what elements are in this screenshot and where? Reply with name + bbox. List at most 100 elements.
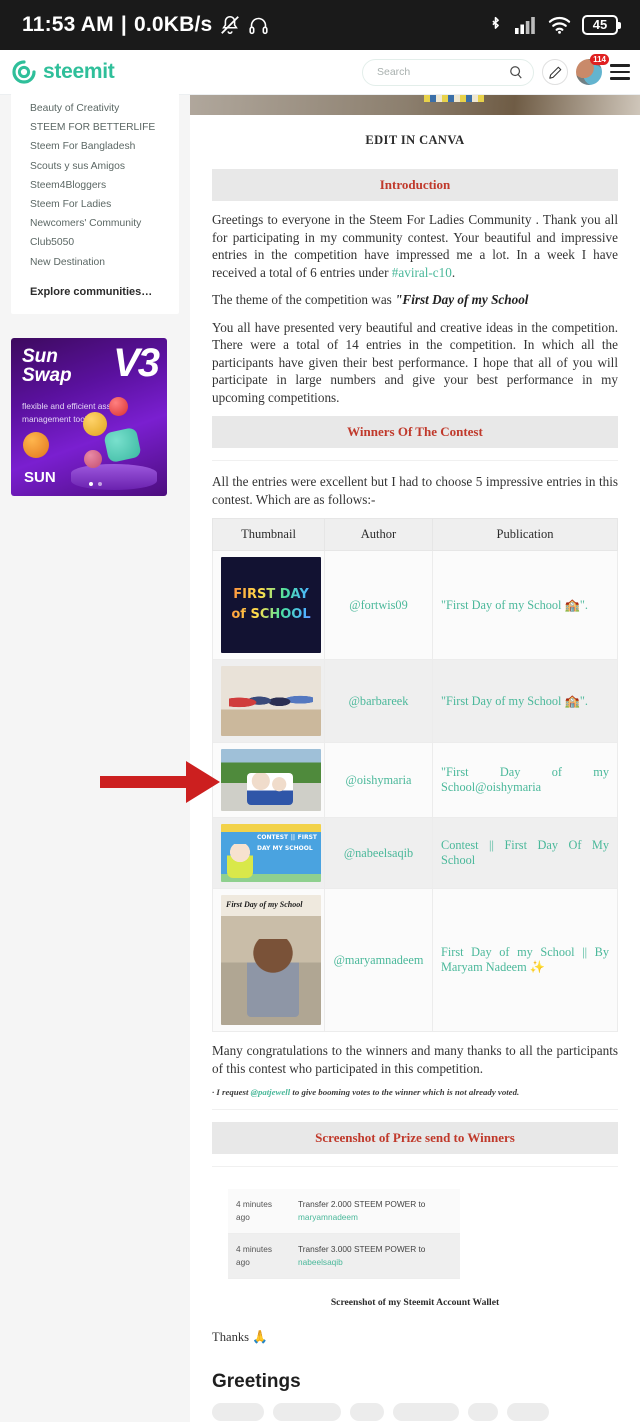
tag-pill[interactable] [273,1403,341,1421]
mention-link-patjewell[interactable]: @patjewell [251,1087,291,1097]
search-icon [510,66,522,79]
table-row: @barbareek "First Day of my School 🏫". [212,659,618,743]
wifi-icon [548,16,571,34]
avatar[interactable]: 114 [576,54,609,85]
tag-pill[interactable] [393,1403,459,1421]
sidebar-item-community[interactable]: Club5050 [11,233,179,252]
battery-indicator: 45 [582,15,621,35]
sidebar-ad-banner[interactable]: Sun Swap V3 flexible and efficient asset… [11,337,167,496]
paragraph-intro: Greetings to everyone in the Steem For L… [212,211,618,281]
battery-level: 45 [592,17,608,32]
column-header-author: Author [324,518,433,551]
create-post-button[interactable] [542,59,568,85]
paragraph-theme-text: The theme of the competition was [212,292,396,307]
publication-cell[interactable]: Contest || First Day Of My School [432,817,618,889]
wallet-transfer-row: 4 minutes ago Transfer 2.000 STEEM POWER… [228,1189,460,1234]
tag-pill[interactable] [350,1403,384,1421]
table-row: @maryamnadeem First Day of my School || … [212,888,618,1032]
transfer-recipient[interactable]: maryamnadeem [298,1212,358,1222]
publication-cell[interactable]: First Day of my School || By Maryam Nade… [432,888,618,1032]
transfer-description: Transfer 3.000 STEEM POWER to nabeelsaqi… [290,1234,460,1278]
cellular-signal-icon [515,17,535,34]
ad-token-icon [83,411,107,436]
transfer-timestamp: 4 minutes ago [236,1199,272,1222]
thumbnail-cell [212,659,325,743]
ad-token-icon [103,426,142,463]
thumbnail-cell [212,817,325,889]
bell-muted-icon [221,15,240,35]
mother-and-child-photo-thumbnail[interactable] [221,749,321,811]
author-cell[interactable]: @maryamnadeem [324,888,433,1032]
section-heading-screenshot: Screenshot of Prize send to Winners [212,1122,618,1154]
hamburger-menu-icon[interactable] [610,64,630,80]
sidebar-item-community[interactable]: STEEM FOR BETTERLIFE [11,118,179,137]
ad-dot[interactable] [98,481,102,486]
publication-cell[interactable]: "First Day of my School 🏫". [432,550,618,660]
divider [212,1109,618,1110]
status-separator: | [120,13,127,36]
ad-token-icon [109,396,128,416]
table-row: @fortwis09 "First Day of my School 🏫". [212,550,618,660]
search-placeholder: Search [377,66,411,78]
tag-pill[interactable] [212,1403,264,1421]
author-cell[interactable]: @barbareek [324,659,433,743]
hamburger-line [610,64,630,67]
ad-version-label: V3 [113,340,160,385]
steemit-logo-icon [12,60,36,84]
sidebar-item-community[interactable]: Steem For Ladies [11,195,179,214]
sidebar-item-community[interactable]: Beauty of Creativity [11,99,179,118]
footnote-text-start: · I request [212,1087,251,1097]
sidebar-item-community[interactable]: Steem4Bloggers [11,176,179,195]
explore-communities-link[interactable]: Explore communities… [11,272,179,300]
greetings-heading: Greetings [212,1371,301,1392]
ad-carousel-dots[interactable] [89,481,102,486]
sidebar-item-community[interactable]: Steem For Bangladesh [11,137,179,156]
publication-cell[interactable]: "First Day of my School 🏫". [432,659,618,743]
brand-name: steemit [43,60,115,83]
column-header-thumbnail: Thumbnail [212,518,325,551]
bluetooth-icon [492,16,499,29]
girl-with-plant-photo-thumbnail[interactable] [221,895,321,1025]
children-jumping-photo-thumbnail[interactable] [221,666,321,736]
author-cell[interactable]: @fortwis09 [324,550,433,660]
tag-pill[interactable] [507,1403,549,1421]
brand-logo[interactable]: steemit [12,60,115,84]
contest-cartoon-girl-thumbnail[interactable] [221,824,321,882]
transfer-recipient[interactable]: nabeelsaqib [298,1257,343,1267]
ad-token-icon [84,449,102,468]
status-bar: 11:53 AM | 0.0KB/s 45 [0,0,640,50]
wallet-caption: Screenshot of my Steemit Account Wallet [330,1297,500,1308]
author-cell[interactable]: @oishymaria [324,742,433,818]
table-header-row: Thumbnail Author Publication [212,518,618,551]
tag-pill[interactable] [468,1403,498,1421]
author-cell[interactable]: @nabeelsaqib [324,817,433,889]
search-input[interactable]: Search [362,58,534,86]
ad-token-icon [23,431,49,458]
ad-dot-active[interactable] [89,481,93,486]
paragraph-theme: The theme of the competition was "First … [212,291,618,309]
ad-title-line2: Swap [22,364,72,386]
table-row: @nabeelsaqib Contest || First Day Of My … [212,817,618,889]
section-heading-introduction: Introduction [212,169,618,201]
sidebar-item-community[interactable]: Scouts y sus Amigos [11,157,179,176]
publication-cell[interactable]: "First Day of my School@oishymaria [432,742,618,818]
transfer-description: Transfer 2.000 STEEM POWER to maryamnade… [290,1189,460,1233]
ad-pedestal-graphic [71,463,157,490]
contest-theme-title: "First Day of my School [395,292,529,307]
transfer-text: Transfer 3.000 STEEM POWER to [298,1244,426,1254]
sidebar-item-community[interactable]: New Destination [11,253,179,272]
sidebar-item-community[interactable]: Newcomers' Community [11,214,179,233]
table-row: @oishymaria "First Day of my School@oish… [212,742,618,818]
hero-caption: EDIT IN CANVA [365,133,465,147]
footnote-text-end: to give booming votes to the winner whic… [290,1087,520,1097]
first-day-of-school-neon-thumbnail[interactable] [221,557,321,653]
divider [212,460,618,461]
ad-title-line1: Sun [22,345,58,367]
winners-table-body: @fortwis09 "First Day of my School 🏫". @… [212,550,618,1032]
ad-token-label: SUN [24,468,56,486]
notification-badge[interactable]: 114 [590,54,609,65]
hashtag-link[interactable]: #aviral-c10 [392,265,452,280]
column-header-publication: Publication [432,518,618,551]
headphone-icon [249,17,269,34]
winners-table-head: Thumbnail Author Publication [212,518,618,551]
